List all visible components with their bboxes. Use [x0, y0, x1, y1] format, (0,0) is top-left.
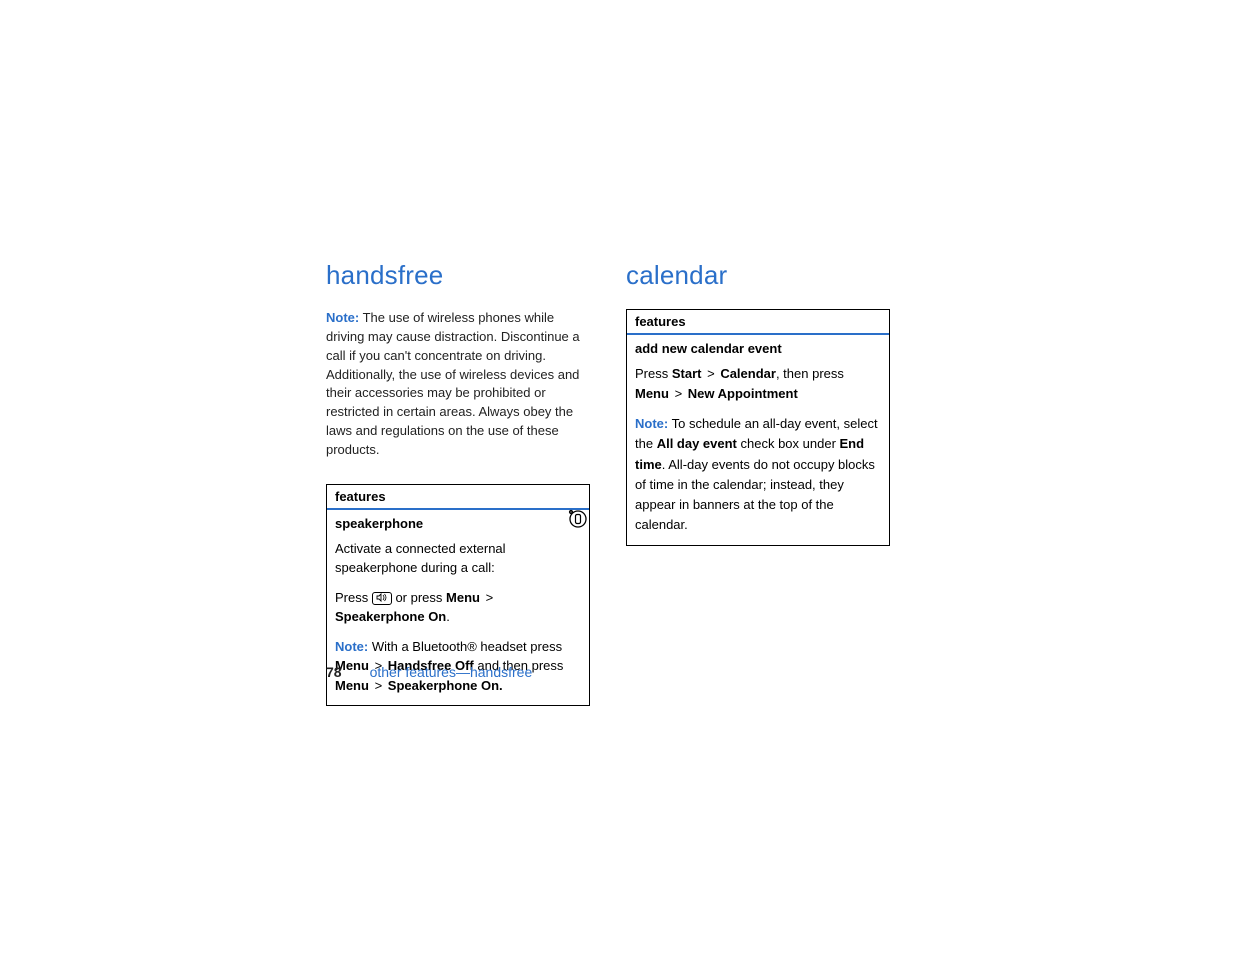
- calendar-event-title: add new calendar event: [635, 341, 881, 356]
- intro-text: The use of wireless phones while driving…: [326, 310, 580, 457]
- features-header-calendar: features: [627, 310, 889, 335]
- handsfree-heading: handsfree: [326, 260, 590, 291]
- speaker-key-icon: [372, 592, 392, 605]
- speakerphone-title: speakerphone: [335, 516, 581, 531]
- calendar-section: add new calendar event Press Start > Cal…: [627, 335, 889, 545]
- calendar-features-box: features add new calendar event Press St…: [626, 309, 890, 546]
- calendar-note: Note: To schedule an all-day event, sele…: [635, 414, 881, 535]
- speakerphone-desc: Activate a connected external speakerpho…: [335, 539, 581, 578]
- calendar-instruction: Press Start > Calendar, then press Menu …: [635, 364, 881, 404]
- left-column: handsfree Note: The use of wireless phon…: [326, 260, 590, 706]
- optional-accessory-icon: [567, 508, 587, 533]
- calendar-heading: calendar: [626, 260, 890, 291]
- features-header: features: [327, 485, 589, 510]
- page-footer: 78 other features—handsfree: [326, 664, 532, 680]
- speakerphone-instruction: Press or press Menu > Speakerphone On.: [335, 588, 581, 627]
- page-number: 78: [326, 664, 342, 680]
- note-label: Note:: [326, 310, 359, 325]
- footer-text: other features—handsfree: [370, 664, 533, 680]
- handsfree-intro: Note: The use of wireless phones while d…: [326, 309, 590, 460]
- right-column: calendar features add new calendar event…: [626, 260, 890, 706]
